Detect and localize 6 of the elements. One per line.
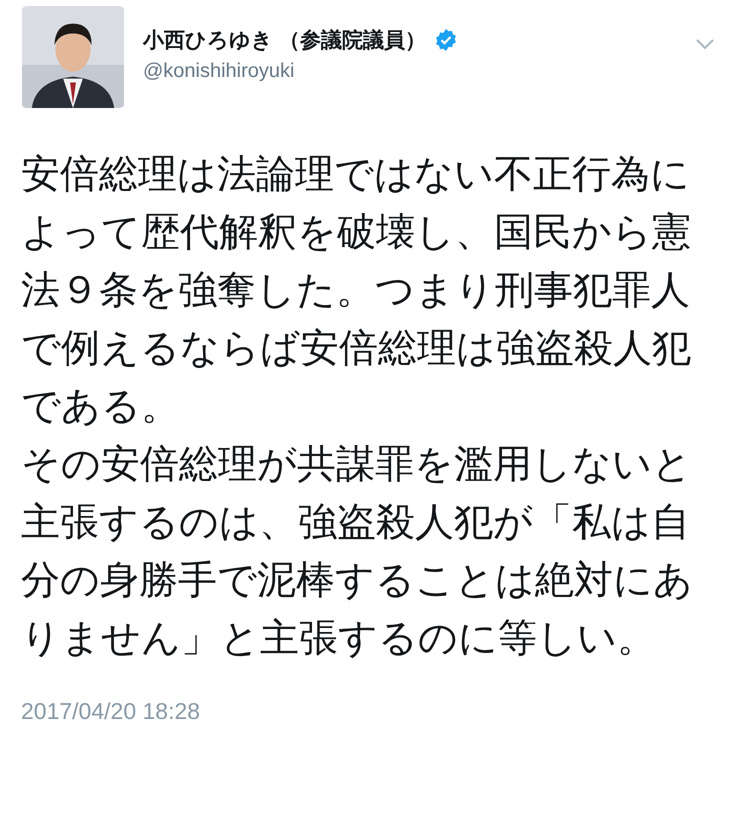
timestamp: 2017/04/20 18:28 bbox=[21, 698, 202, 725]
chevron-down-icon[interactable] bbox=[695, 38, 715, 50]
author-handle: @konishihiroyuki bbox=[143, 60, 296, 83]
tweet-text: その安倍総理が共謀罪を濫用しないと主張するのは、強盗殺人犯が「私は自分の身勝手で泥棒することは絶対にありません」と主張するのに等しい。 bbox=[21, 441, 694, 663]
author-name: 小西ひろゆき （参議院議員） bbox=[143, 28, 426, 54]
tweet-text: 安倍総理は法論理ではない不正行為によって歴代解釈を破壊し、国民から憲法９条を強奪した。つまり刑事犯罪人で例えるならば安倍総理は強盗殺人犯である。 bbox=[21, 151, 692, 431]
